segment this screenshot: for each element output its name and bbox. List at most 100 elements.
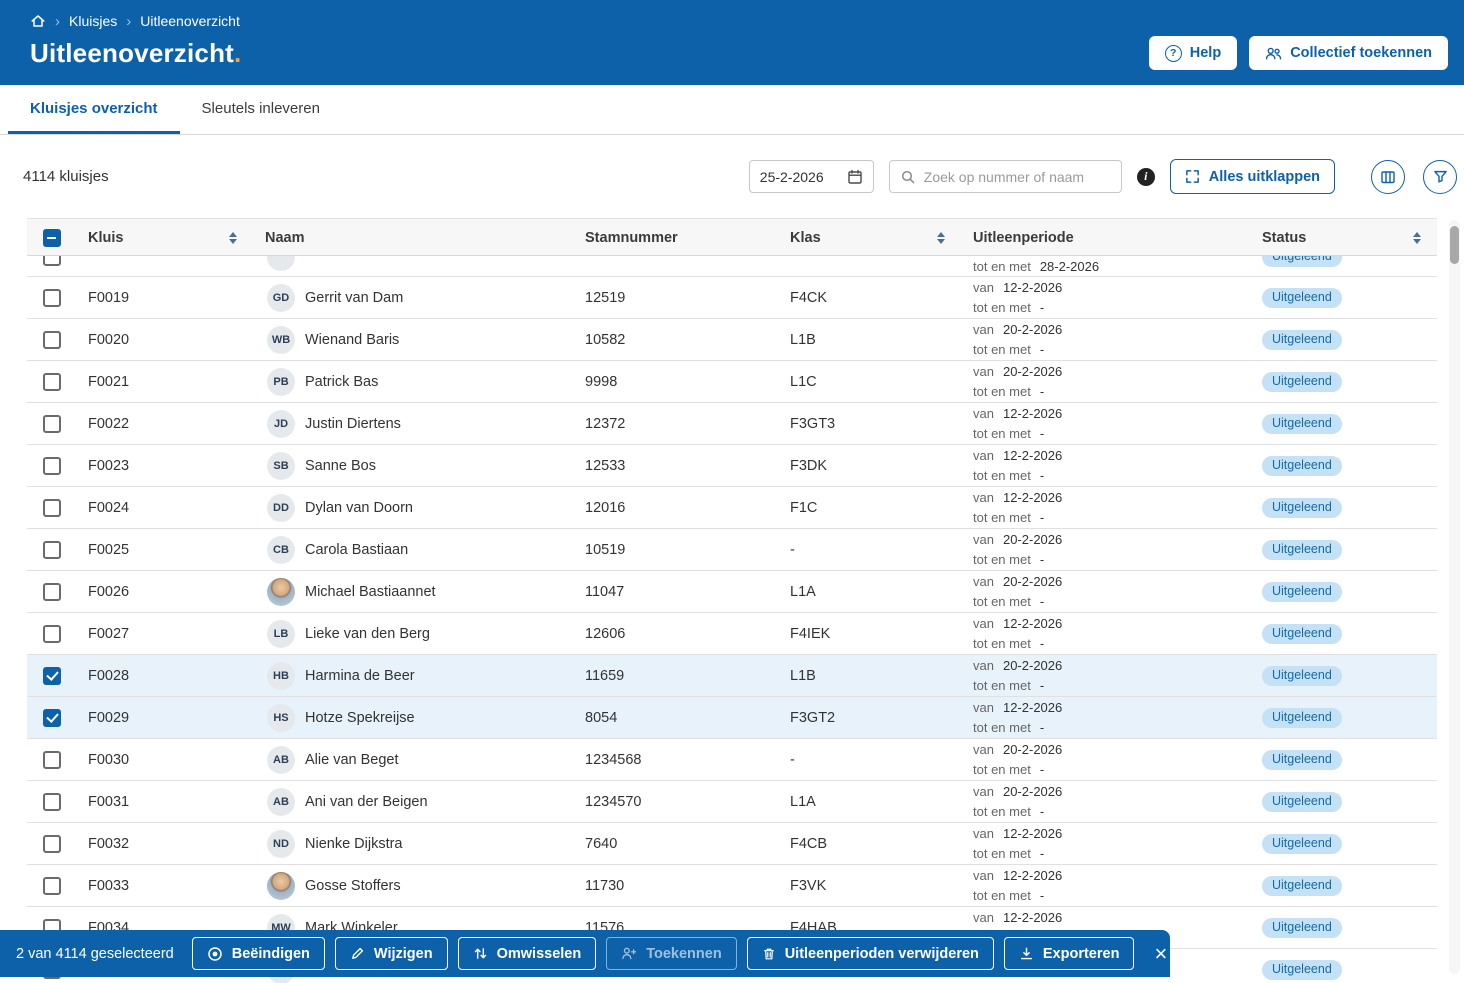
date-picker[interactable]: 25-2-2026 (749, 160, 874, 193)
close-icon[interactable] (1154, 943, 1167, 965)
table-row[interactable]: F0022 JD Justin Diertens 12372 F3GT3 van… (27, 403, 1437, 445)
scrollbar-thumb[interactable] (1450, 226, 1459, 264)
tab-kluisjes-overzicht[interactable]: Kluisjes overzicht (8, 85, 180, 134)
table-row[interactable]: F0032 ND Nienke Dijkstra 7640 F4CB van12… (27, 823, 1437, 865)
status-cell: Uitgeleend (1250, 865, 1437, 906)
row-checkbox[interactable] (43, 415, 61, 433)
table-row[interactable]: F0024 DD Dylan van Doorn 12016 F1C van12… (27, 487, 1437, 529)
table-row[interactable]: F0021 PB Patrick Bas 9998 L1C van20-2-20… (27, 361, 1437, 403)
status-cell: Uitgeleend (1250, 907, 1437, 948)
stamnummer-cell: 7640 (573, 823, 778, 864)
row-checkbox[interactable] (43, 256, 61, 266)
uitleenperiode-cell: van12-2-2026 tot en met- (961, 697, 1250, 738)
table-row[interactable]: F0028 HB Harmina de Beer 11659 L1B van20… (27, 655, 1437, 697)
table-row[interactable]: F0029 HS Hotze Spekreijse 8054 F3GT2 van… (27, 697, 1437, 739)
status-badge: Uitgeleend (1262, 540, 1342, 560)
omwisselen-button[interactable]: Omwisselen (458, 937, 597, 970)
status-badge: Uitgeleend (1262, 624, 1342, 644)
status-badge: Uitgeleend (1262, 288, 1342, 308)
columns-toggle-button[interactable] (1371, 160, 1405, 194)
home-icon[interactable] (30, 13, 46, 29)
klas-cell: L1A (778, 781, 961, 822)
column-header-kluis[interactable]: Kluis (76, 219, 253, 257)
column-header-klas[interactable]: Klas (778, 219, 961, 257)
table-row[interactable]: F0019 GD Gerrit van Dam 12519 F4CK van12… (27, 277, 1437, 319)
calendar-icon[interactable] (847, 169, 863, 185)
vertical-scrollbar[interactable] (1449, 220, 1460, 974)
table-row[interactable]: F0026 Michael Bastiaannet 11047 L1A van2… (27, 571, 1437, 613)
naam-cell: Gosse Stoffers (253, 865, 573, 906)
column-header-status[interactable]: Status (1250, 219, 1437, 257)
row-checkbox[interactable] (43, 289, 61, 307)
search-input[interactable] (924, 169, 1111, 185)
avatar: HB (267, 662, 295, 690)
toekennen-button[interactable]: Toekennen (606, 937, 736, 970)
beeindigen-button[interactable]: Beëindigen (192, 937, 325, 970)
help-button[interactable]: Help (1149, 36, 1237, 70)
kluis-cell (76, 256, 253, 277)
row-checkbox[interactable] (43, 499, 61, 517)
row-checkbox[interactable] (43, 541, 61, 559)
table-row[interactable]: F0020 WB Wienand Baris 10582 L1B van20-2… (27, 319, 1437, 361)
kluis-cell: F0025 (76, 529, 253, 570)
row-checkbox[interactable] (43, 751, 61, 769)
status-badge: Uitgeleend (1262, 372, 1342, 392)
row-checkbox[interactable] (43, 667, 61, 685)
naam-cell: Michael Bastiaannet (253, 571, 573, 612)
table-row[interactable]: F0025 CB Carola Bastiaan 10519 - van20-2… (27, 529, 1437, 571)
status-badge: Uitgeleend (1262, 792, 1342, 812)
wijzigen-button[interactable]: Wijzigen (335, 937, 448, 970)
naam-cell: SB Sanne Bos (253, 445, 573, 486)
table-row[interactable]: F0027 LB Lieke van den Berg 12606 F4IEK … (27, 613, 1437, 655)
search-box[interactable] (889, 160, 1122, 193)
sort-arrows-icon[interactable] (937, 232, 945, 244)
status-cell: Uitgeleend (1250, 571, 1437, 612)
klas-cell: L1C (778, 361, 961, 402)
status-badge: Uitgeleend (1262, 960, 1342, 980)
naam-cell: GD Gerrit van Dam (253, 277, 573, 318)
stamnummer-cell: 12016 (573, 487, 778, 528)
row-checkbox[interactable] (43, 709, 61, 727)
table-row[interactable]: F0023 SB Sanne Bos 12533 F3DK van12-2-20… (27, 445, 1437, 487)
row-checkbox[interactable] (43, 877, 61, 895)
breadcrumb-uitleenoverzicht[interactable]: Uitleenoverzicht (140, 13, 240, 29)
row-checkbox[interactable] (43, 835, 61, 853)
select-all-checkbox[interactable] (43, 229, 61, 247)
collectief-toekennen-button[interactable]: Collectief toekennen (1249, 36, 1448, 70)
stamnummer-cell: 12606 (573, 613, 778, 654)
alles-uitklappen-button[interactable]: Alles uitklappen (1170, 159, 1335, 194)
row-checkbox[interactable] (43, 625, 61, 643)
breadcrumb-kluisjes[interactable]: Kluisjes (69, 13, 117, 29)
tab-sleutels-inleveren[interactable]: Sleutels inleveren (180, 85, 342, 134)
avatar: JD (267, 410, 295, 438)
info-circle-icon[interactable] (1137, 168, 1155, 186)
table-row[interactable]: F0033 Gosse Stoffers 11730 F3VK van12-2-… (27, 865, 1437, 907)
status-cell: Uitgeleend (1250, 277, 1437, 318)
row-checkbox[interactable] (43, 331, 61, 349)
kluisjes-table: Kluis Naam Stamnummer Klas Uitleenperiod… (27, 218, 1437, 983)
naam-text: Ani van der Beigen (305, 794, 428, 810)
avatar: LB (267, 620, 295, 648)
table-row[interactable]: F0031 AB Ani van der Beigen 1234570 L1A … (27, 781, 1437, 823)
table-row[interactable]: van tot en met28-2-2026 Uitgeleend (27, 256, 1437, 277)
row-checkbox[interactable] (43, 373, 61, 391)
person-plus-icon (621, 946, 637, 961)
uitleenperiode-cell: van12-2-2026 tot en met- (961, 613, 1250, 654)
klas-cell: F1C (778, 487, 961, 528)
filter-button[interactable] (1423, 160, 1457, 194)
sort-arrows-icon[interactable] (229, 232, 237, 244)
chevron-right-icon: › (55, 13, 60, 30)
status-cell: Uitgeleend (1250, 529, 1437, 570)
row-checkbox[interactable] (43, 583, 61, 601)
column-header-stamnummer: Stamnummer (573, 219, 778, 257)
status-badge: Uitgeleend (1262, 750, 1342, 770)
avatar: WB (267, 326, 295, 354)
uitleenperiode-cell: van20-2-2026 tot en met- (961, 529, 1250, 570)
exporteren-button[interactable]: Exporteren (1004, 937, 1135, 970)
sort-arrows-icon[interactable] (1413, 232, 1421, 244)
uitleenperioden-verwijderen-button[interactable]: Uitleenperioden verwijderen (747, 937, 994, 970)
table-row[interactable]: F0030 AB Alie van Beget 1234568 - van20-… (27, 739, 1437, 781)
row-checkbox[interactable] (43, 793, 61, 811)
row-checkbox[interactable] (43, 457, 61, 475)
kluis-cell: F0028 (76, 655, 253, 696)
